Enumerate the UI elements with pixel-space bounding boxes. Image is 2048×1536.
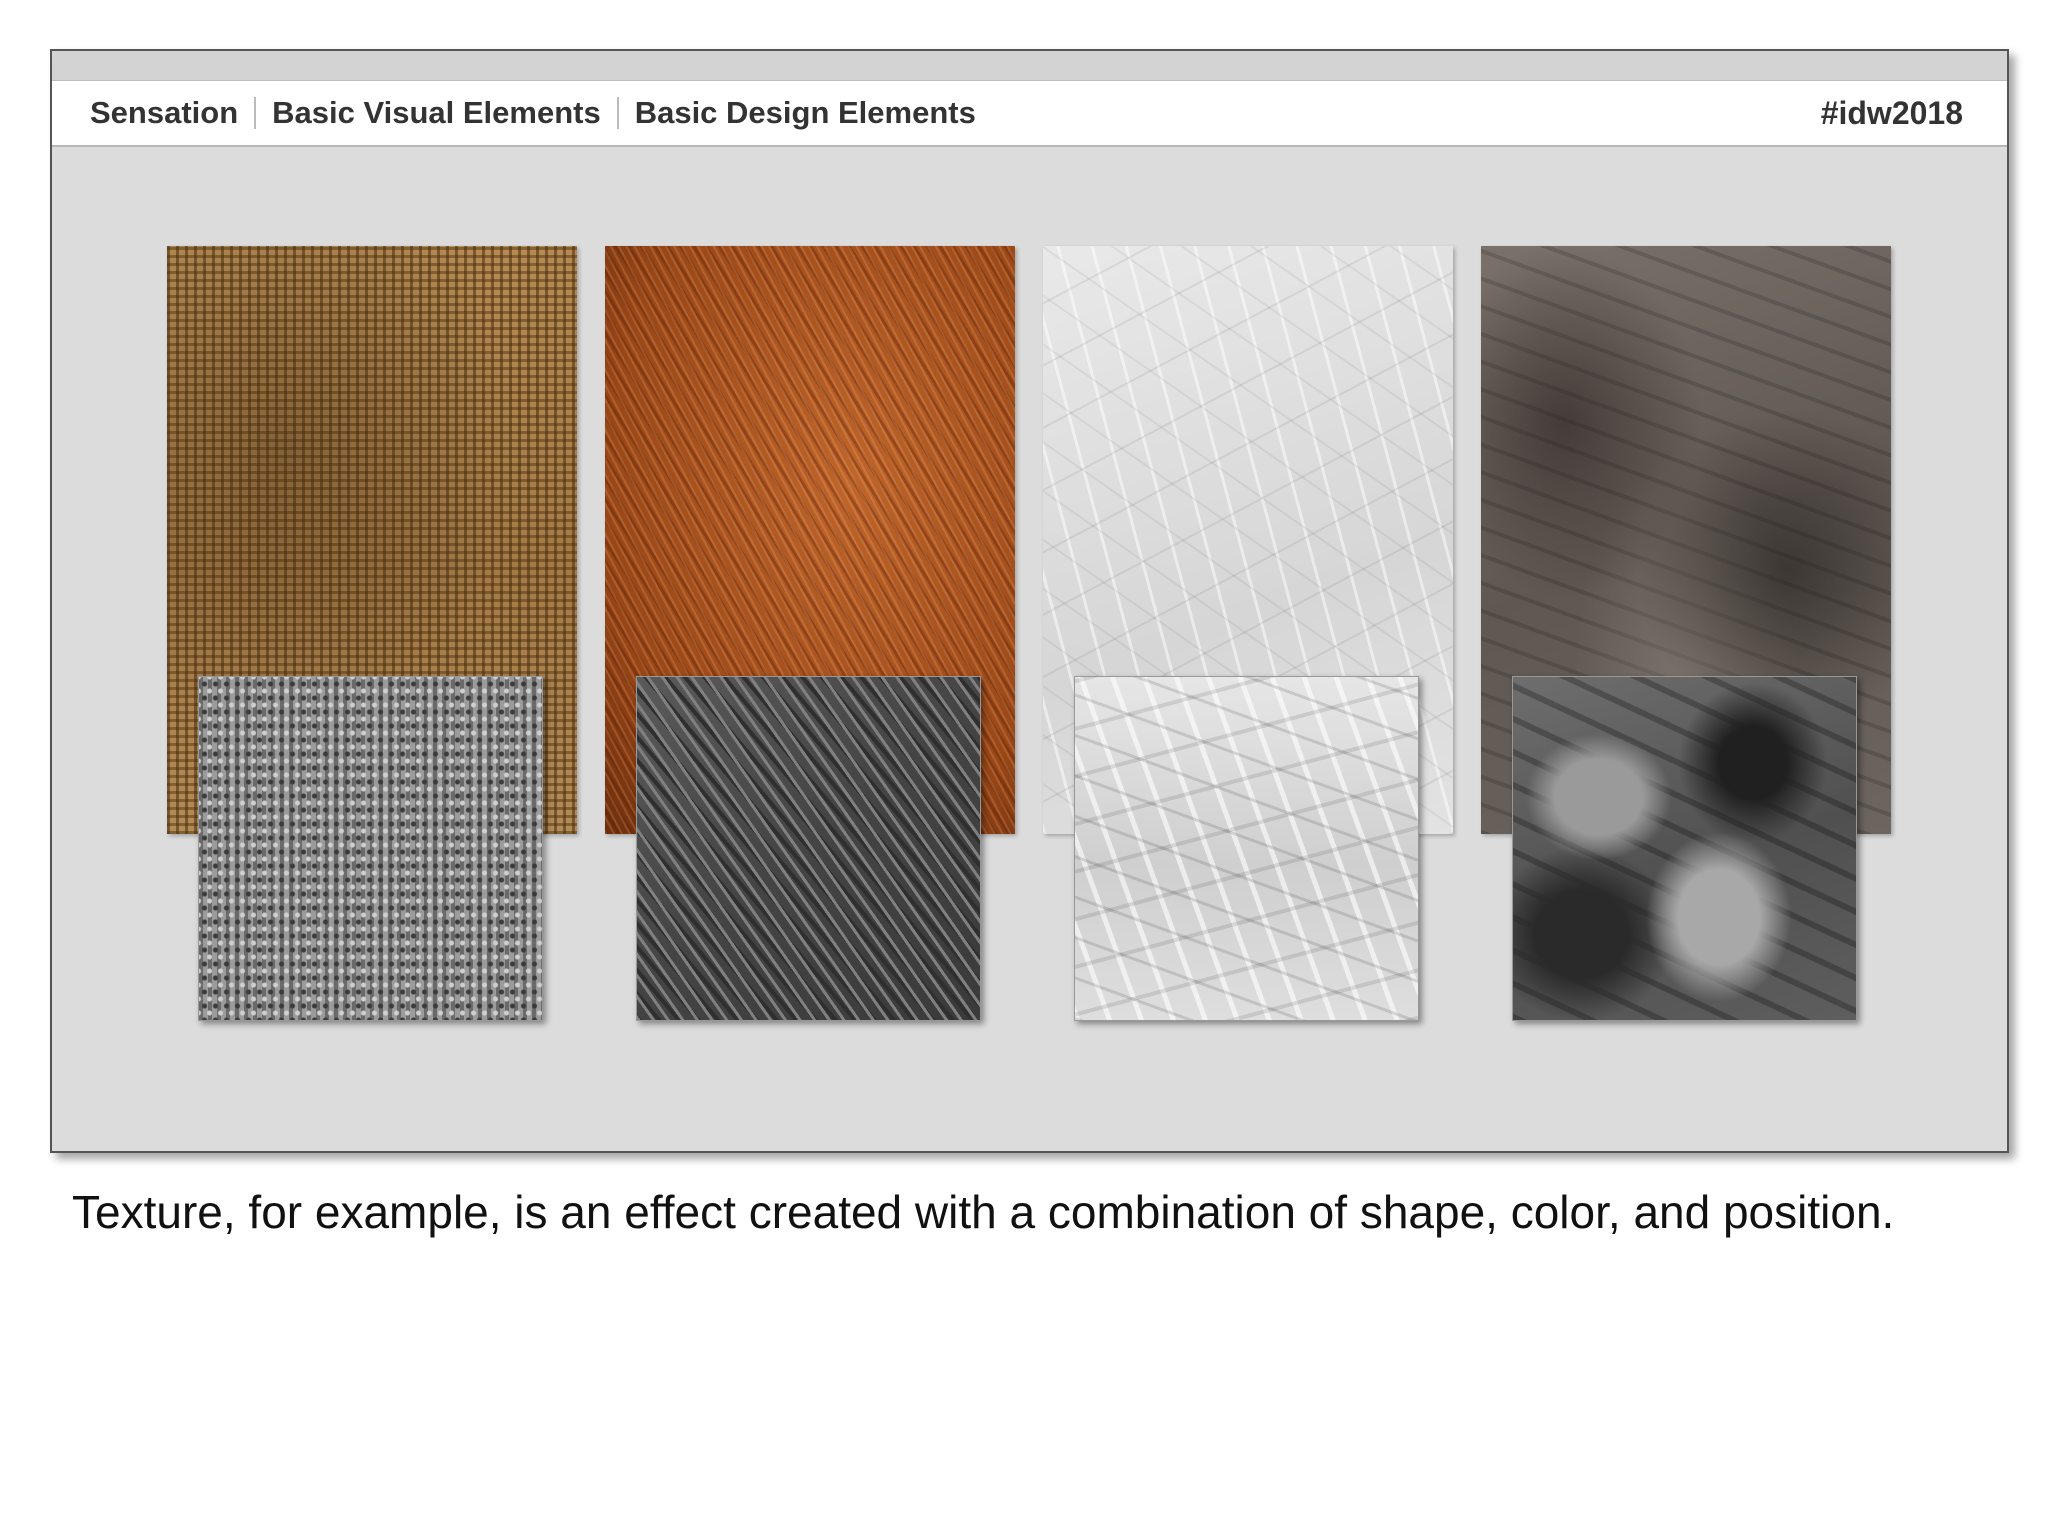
breadcrumb-item-basic-design-elements: Basic Design Elements	[634, 95, 976, 130]
breadcrumb-item-basic-visual-elements: Basic Visual Elements	[272, 95, 601, 130]
slide-top-bar	[52, 51, 2007, 81]
burlap-vector-texture-image	[198, 676, 543, 1021]
slide-caption: Texture, for example, is an effect creat…	[72, 1186, 1895, 1238]
breadcrumb: Sensation Basic Visual Elements Basic De…	[90, 95, 976, 131]
slide: Sensation Basic Visual Elements Basic De…	[50, 49, 2009, 1153]
hashtag: #idw2018	[1820, 94, 1963, 131]
fur-vector-texture-image	[636, 676, 981, 1021]
breadcrumb-item-sensation: Sensation	[90, 95, 239, 130]
rock-vector-texture-image	[1512, 676, 1857, 1021]
crumpled-paper-vector-texture-image	[1074, 676, 1419, 1021]
slide-header: Sensation Basic Visual Elements Basic De…	[52, 81, 2007, 147]
breadcrumb-separator	[254, 97, 257, 129]
breadcrumb-separator	[616, 97, 619, 129]
